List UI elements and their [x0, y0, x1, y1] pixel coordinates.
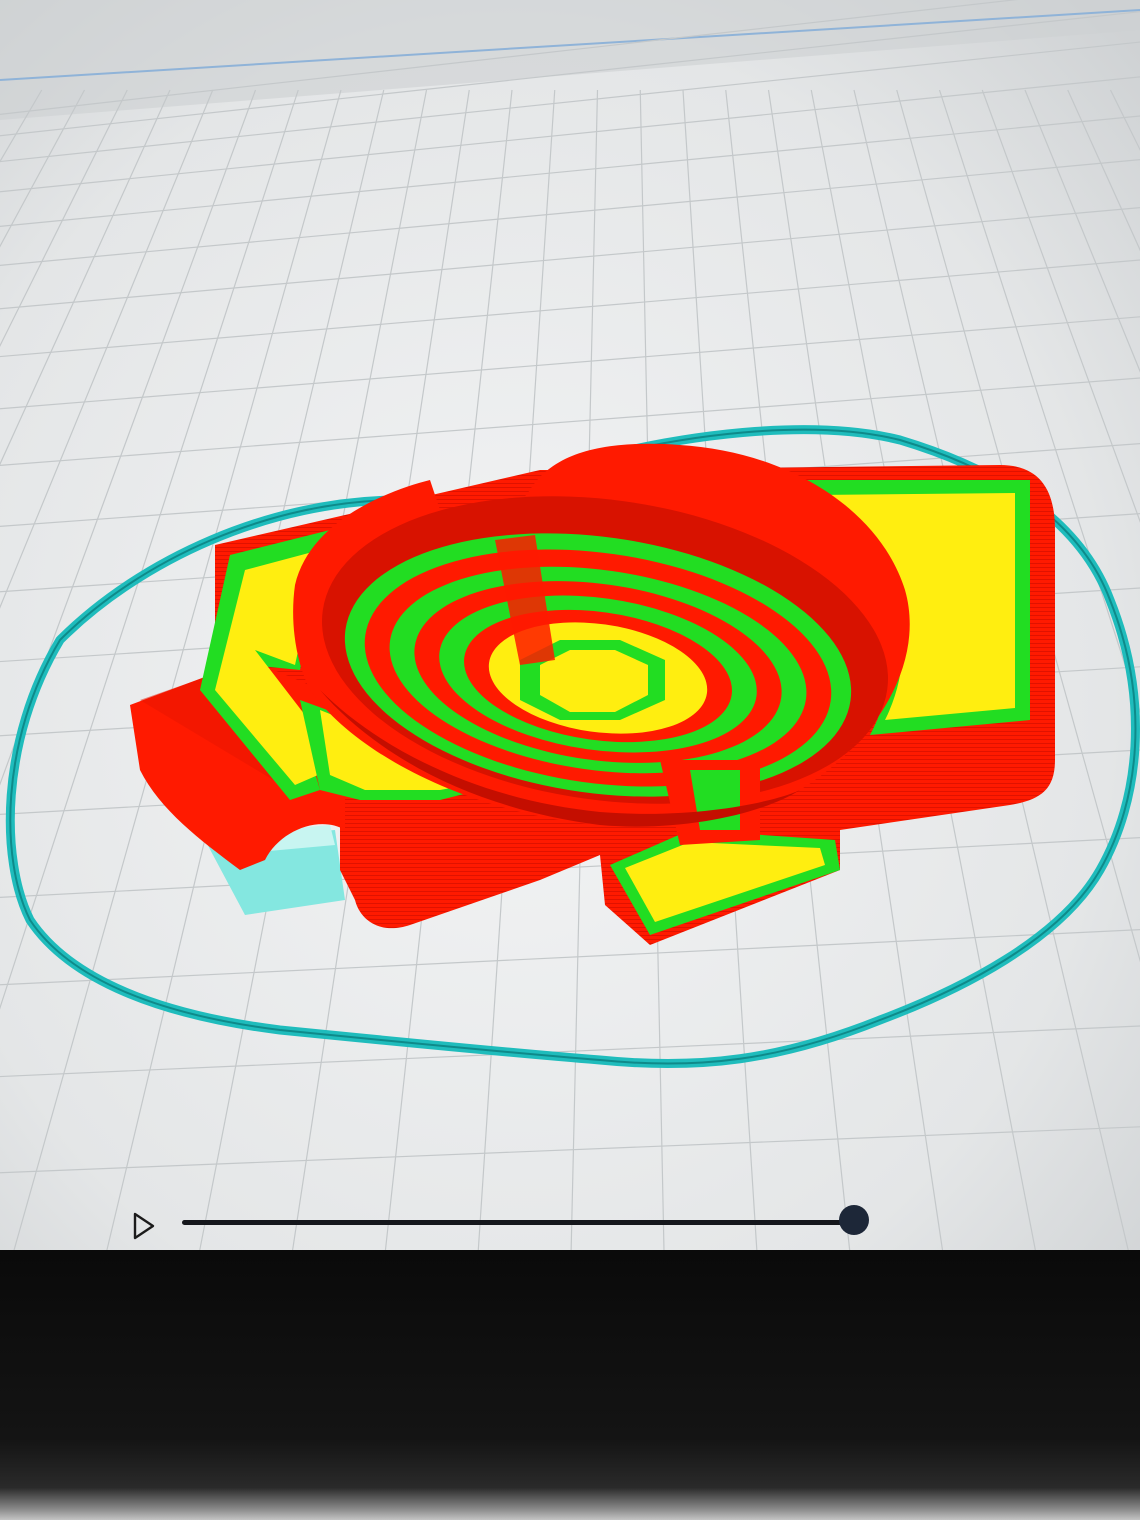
play-icon — [133, 1212, 155, 1240]
play-button[interactable] — [126, 1208, 162, 1244]
layer-slider-bar — [0, 1180, 1140, 1260]
layer-slider-track[interactable] — [182, 1220, 854, 1225]
slicer-viewport[interactable] — [0, 0, 1140, 1520]
bowl-center-infill — [540, 650, 648, 712]
layer-slider-thumb[interactable] — [839, 1205, 869, 1235]
screen-bezel — [0, 1250, 1140, 1520]
